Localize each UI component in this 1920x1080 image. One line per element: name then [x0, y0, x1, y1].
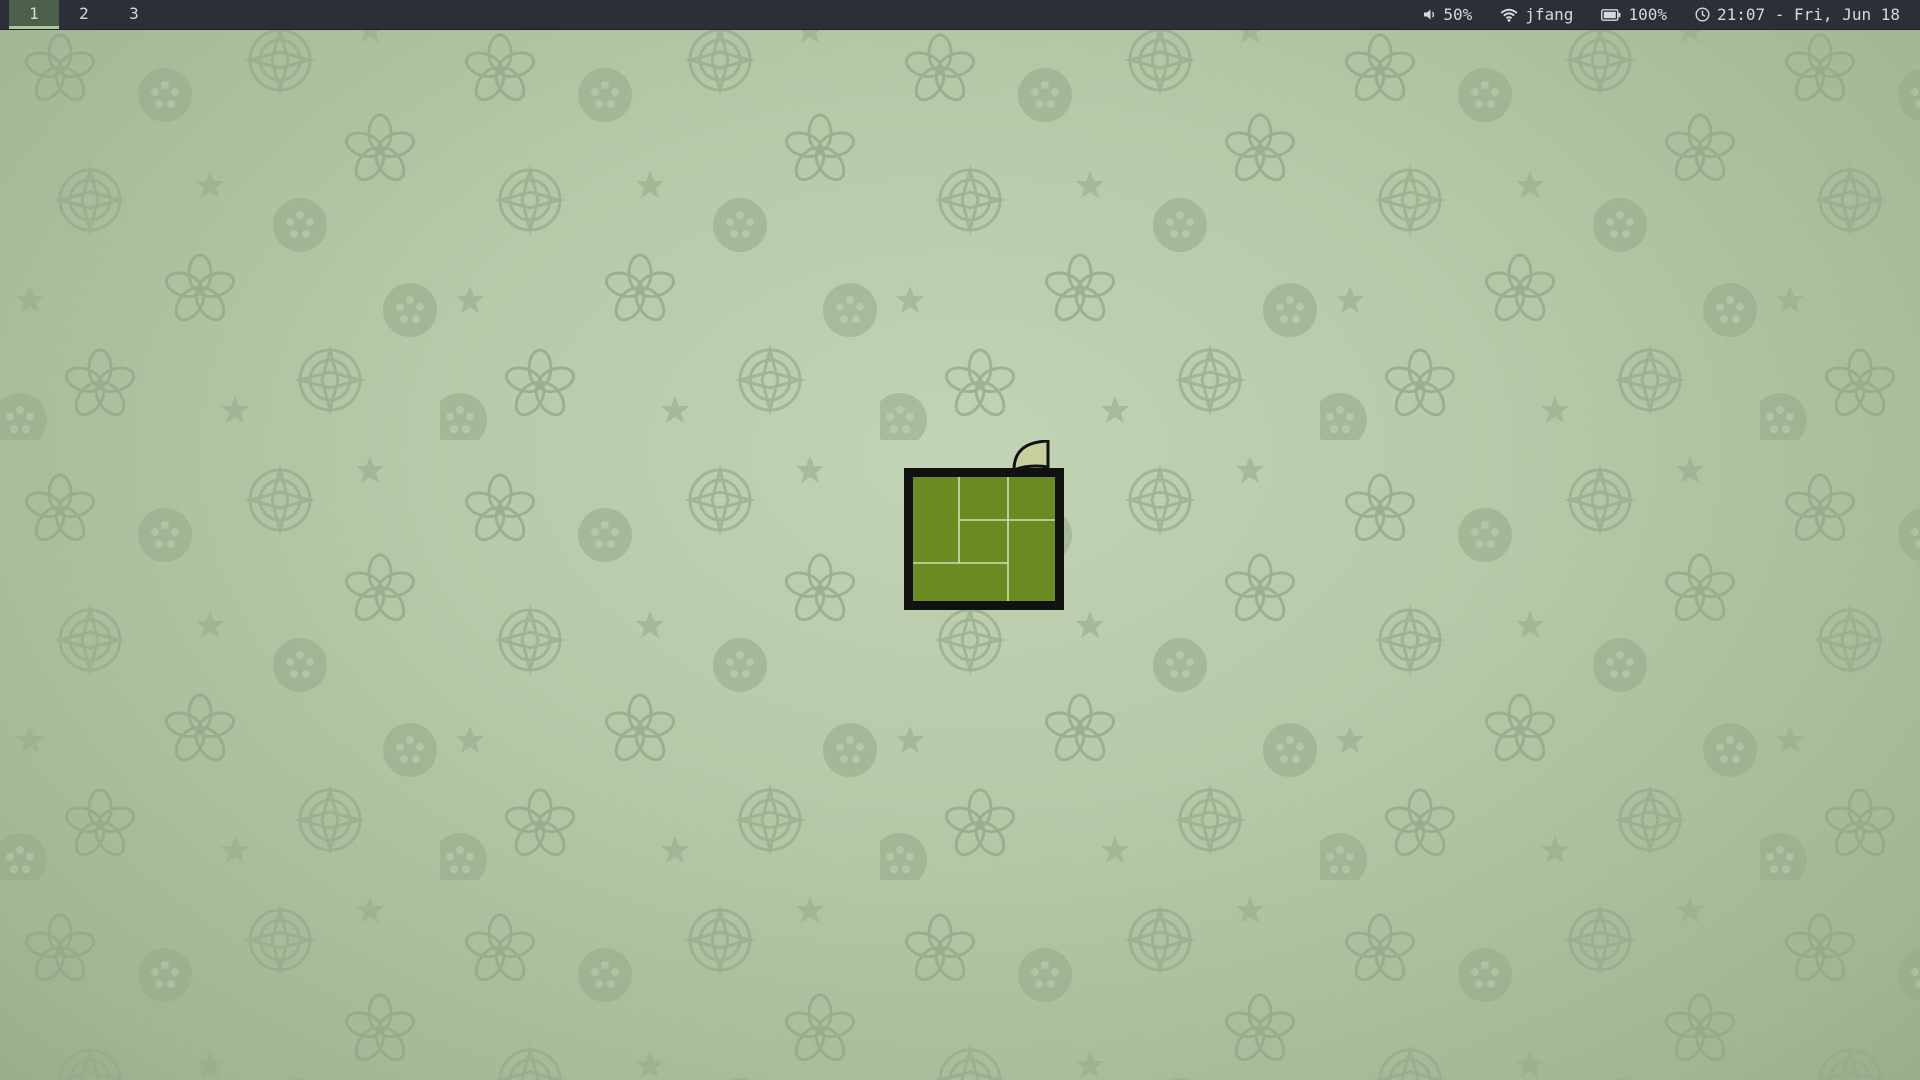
workspace-1-button[interactable]: 1 [9, 0, 59, 29]
workspace-switcher: 1 2 3 [0, 0, 159, 29]
leaf-icon [1012, 440, 1050, 473]
clock-icon [1695, 7, 1710, 22]
distro-logo [904, 440, 1064, 610]
battery-icon [1601, 8, 1621, 21]
battery-level: 100% [1628, 5, 1667, 24]
wifi-module[interactable]: jfang [1500, 5, 1573, 24]
speaker-icon [1424, 9, 1435, 20]
battery-module[interactable]: 100% [1601, 5, 1667, 24]
volume-module[interactable]: 50% [1423, 5, 1472, 24]
status-modules: 50% jfang 100% 21:07 - Fri, Jun 18 [1395, 0, 1920, 29]
volume-level: 50% [1443, 5, 1473, 24]
workspace-2-button[interactable]: 2 [59, 0, 109, 29]
top-status-bar: 1 2 3 50% jfang 100% 21:07 - Fri, Jun 18 [0, 0, 1920, 30]
wifi-icon [1500, 8, 1518, 22]
workspace-3-button[interactable]: 3 [109, 0, 159, 29]
clock-text: 21:07 - Fri, Jun 18 [1716, 5, 1900, 24]
clock-module[interactable]: 21:07 - Fri, Jun 18 [1695, 5, 1900, 24]
wifi-network-name: jfang [1525, 5, 1574, 24]
desktop: 1 2 3 50% jfang 100% 21:07 - Fri, Jun 18 [0, 0, 1920, 1080]
